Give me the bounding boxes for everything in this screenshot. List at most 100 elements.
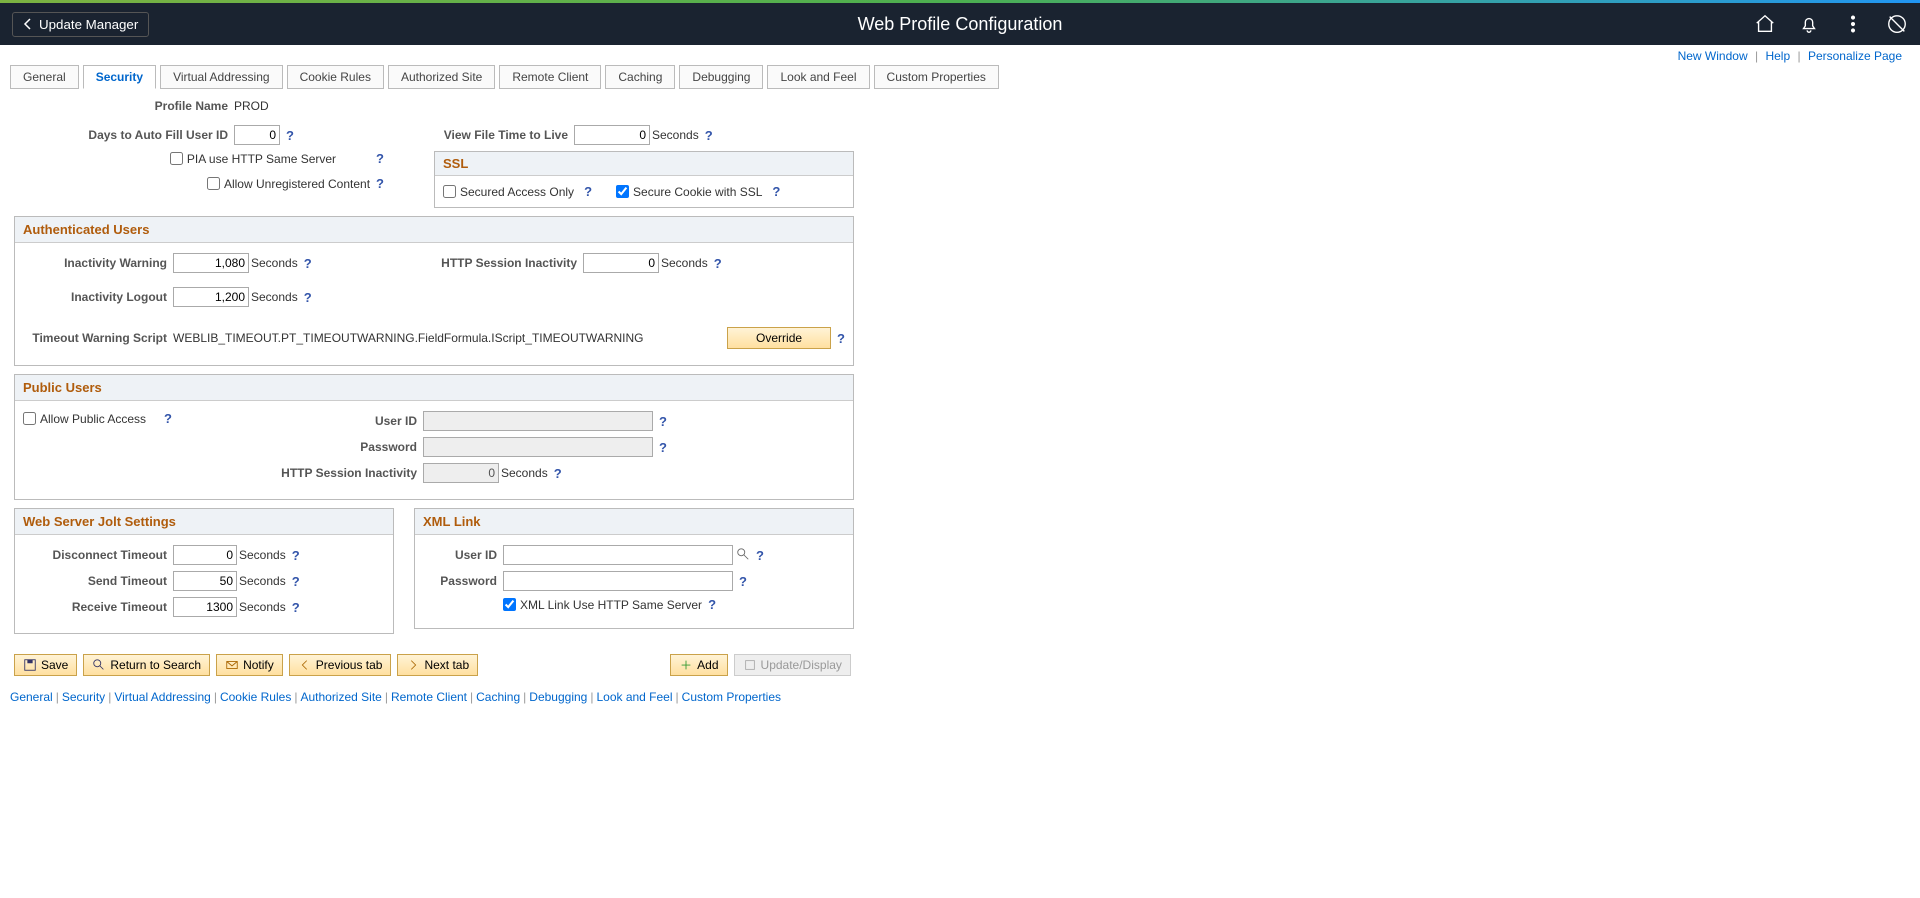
pia-same-server-label: PIA use HTTP Same Server [187,152,336,166]
tab-remote-client[interactable]: Remote Client [499,65,601,89]
content-area: Profile Name PROD Days to Auto Fill User… [0,89,1920,644]
help-icon[interactable]: ? [772,184,780,199]
footer-links: General|Security|Virtual Addressing|Cook… [0,686,1920,716]
help-icon[interactable]: ? [292,574,300,589]
save-button[interactable]: Save [14,654,77,676]
help-icon[interactable]: ? [705,128,713,143]
footer-link-debugging[interactable]: Debugging [529,690,587,704]
allow-unreg-label: Allow Unregistered Content [224,177,370,191]
public-users-group: Public Users Allow Public Access ? User … [14,374,854,500]
footer-link-look-and-feel[interactable]: Look and Feel [596,690,672,704]
help-icon[interactable]: ? [756,548,764,563]
disconnect-timeout-input[interactable] [173,545,237,565]
kebab-icon[interactable] [1842,13,1864,35]
tab-virtual-addressing[interactable]: Virtual Addressing [160,65,283,89]
timeout-script-value: WEBLIB_TIMEOUT.PT_TIMEOUTWARNING.FieldFo… [173,331,727,345]
tab-caching[interactable]: Caching [605,65,675,89]
http-session-inactivity-input[interactable] [583,253,659,273]
help-icon[interactable]: ? [554,466,562,481]
page-title: Web Profile Configuration [858,14,1063,35]
days-autofill-input[interactable] [234,125,280,145]
help-icon[interactable]: ? [164,411,172,426]
view-file-ttl-input[interactable] [574,125,650,145]
help-icon[interactable]: ? [376,176,384,191]
help-icon[interactable]: ? [304,256,312,271]
header-bar: Update Manager Web Profile Configuration [0,3,1920,45]
tab-authorized-site[interactable]: Authorized Site [388,65,495,89]
footer-link-remote-client[interactable]: Remote Client [391,690,467,704]
send-timeout-input[interactable] [173,571,237,591]
add-button[interactable]: Add [670,654,727,676]
help-icon[interactable]: ? [739,574,747,589]
help-icon[interactable]: ? [376,151,384,166]
footer-link-custom-properties[interactable]: Custom Properties [682,690,781,704]
allow-unreg-checkbox[interactable] [207,177,220,190]
profile-name-value: PROD [234,99,269,113]
help-icon[interactable]: ? [659,440,667,455]
search-icon [92,658,106,672]
xml-same-server-checkbox[interactable] [503,598,516,611]
tab-cookie-rules[interactable]: Cookie Rules [287,65,384,89]
xml-password-label: Password [423,574,503,588]
auth-users-group: Authenticated Users Inactivity Warning S… [14,216,854,366]
help-icon[interactable]: ? [837,331,845,346]
secured-only-checkbox[interactable] [443,185,456,198]
lookup-icon[interactable] [736,547,750,564]
jolt-title: Web Server Jolt Settings [15,509,393,535]
receive-timeout-input[interactable] [173,597,237,617]
send-timeout-label: Send Timeout [23,574,173,588]
help-icon[interactable]: ? [659,414,667,429]
update-display-button: Update/Display [734,654,851,676]
tab-custom-properties[interactable]: Custom Properties [874,65,999,89]
tab-strip: GeneralSecurityVirtual AddressingCookie … [0,65,1920,89]
home-icon[interactable] [1754,13,1776,35]
allow-public-checkbox[interactable] [23,412,36,425]
footer-link-general[interactable]: General [10,690,53,704]
timeout-script-label: Timeout Warning Script [23,331,173,345]
secure-cookie-checkbox[interactable] [616,185,629,198]
help-icon[interactable]: ? [714,256,722,271]
plus-icon [679,658,693,672]
help-link[interactable]: Help [1765,49,1790,63]
help-icon[interactable]: ? [708,597,716,612]
help-icon[interactable]: ? [292,548,300,563]
footer-link-security[interactable]: Security [62,690,105,704]
next-tab-button[interactable]: Next tab [397,654,478,676]
footer-link-virtual-addressing[interactable]: Virtual Addressing [114,690,211,704]
new-window-link[interactable]: New Window [1678,49,1748,63]
seconds-label: Seconds [239,600,286,614]
notify-button[interactable]: Notify [216,654,283,676]
xml-userid-input[interactable] [503,545,733,565]
return-search-button[interactable]: Return to Search [83,654,210,676]
tab-general[interactable]: General [10,65,79,89]
xml-password-input[interactable] [503,571,733,591]
profile-name-label: Profile Name [14,99,234,113]
override-button[interactable]: Override [727,327,831,349]
back-button[interactable]: Update Manager [12,12,149,37]
save-icon [23,658,37,672]
prev-tab-button[interactable]: Previous tab [289,654,392,676]
help-icon[interactable]: ? [292,600,300,615]
help-icon[interactable]: ? [584,184,592,199]
help-icon[interactable]: ? [286,128,294,143]
footer-link-caching[interactable]: Caching [476,690,520,704]
footer-link-authorized-site[interactable]: Authorized Site [300,690,381,704]
pia-same-server-checkbox[interactable] [170,152,183,165]
public-userid-label: User ID [303,414,423,428]
compass-icon[interactable] [1886,13,1908,35]
inactivity-warning-input[interactable] [173,253,249,273]
tab-look-and-feel[interactable]: Look and Feel [767,65,869,89]
auth-users-title: Authenticated Users [15,217,853,243]
help-icon[interactable]: ? [304,290,312,305]
tab-security[interactable]: Security [83,65,156,89]
ssl-group: SSL Secured Access Only ? Secure Cookie … [434,151,854,208]
bell-icon[interactable] [1798,13,1820,35]
inactivity-logout-input[interactable] [173,287,249,307]
receive-timeout-label: Receive Timeout [23,600,173,614]
xml-link-group: XML Link User ID ? Password ? [414,508,854,629]
public-password-input [423,437,653,457]
inactivity-warning-label: Inactivity Warning [23,256,173,270]
footer-link-cookie-rules[interactable]: Cookie Rules [220,690,291,704]
personalize-link[interactable]: Personalize Page [1808,49,1902,63]
tab-debugging[interactable]: Debugging [679,65,763,89]
